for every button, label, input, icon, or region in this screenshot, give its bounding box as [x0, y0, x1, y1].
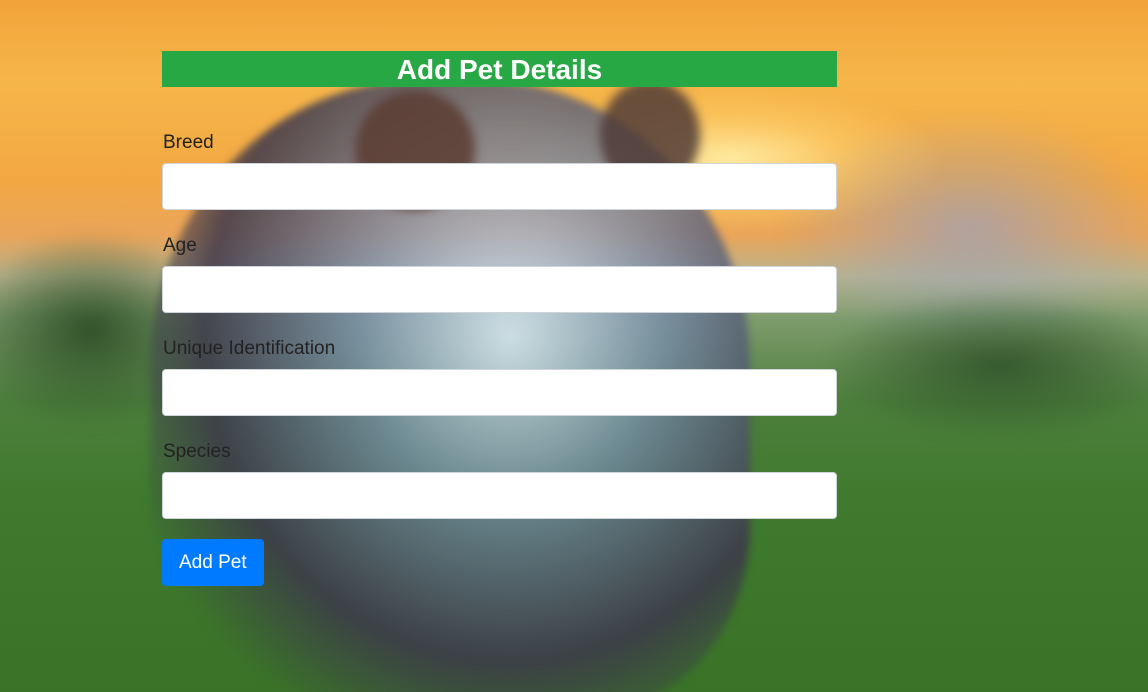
background-trees-right — [820, 290, 1148, 440]
species-input[interactable] — [162, 472, 837, 519]
breed-label: Breed — [163, 132, 214, 153]
unique-identification-label: Unique Identification — [163, 338, 336, 359]
breed-input[interactable] — [162, 163, 837, 210]
species-label: Species — [163, 441, 231, 462]
age-input[interactable] — [162, 266, 837, 313]
add-pet-form: Add Pet Details Breed Age Unique Identif… — [162, 51, 837, 586]
species-field: Species — [162, 440, 837, 519]
breed-field: Breed — [162, 131, 837, 210]
form-title: Add Pet Details — [162, 51, 837, 87]
unique-identification-input[interactable] — [162, 369, 837, 416]
page: Add Pet Details Breed Age Unique Identif… — [0, 0, 1148, 692]
add-pet-button[interactable]: Add Pet — [162, 539, 264, 586]
age-label: Age — [163, 235, 197, 256]
age-field: Age — [162, 234, 837, 313]
unique-identification-field: Unique Identification — [162, 337, 837, 416]
